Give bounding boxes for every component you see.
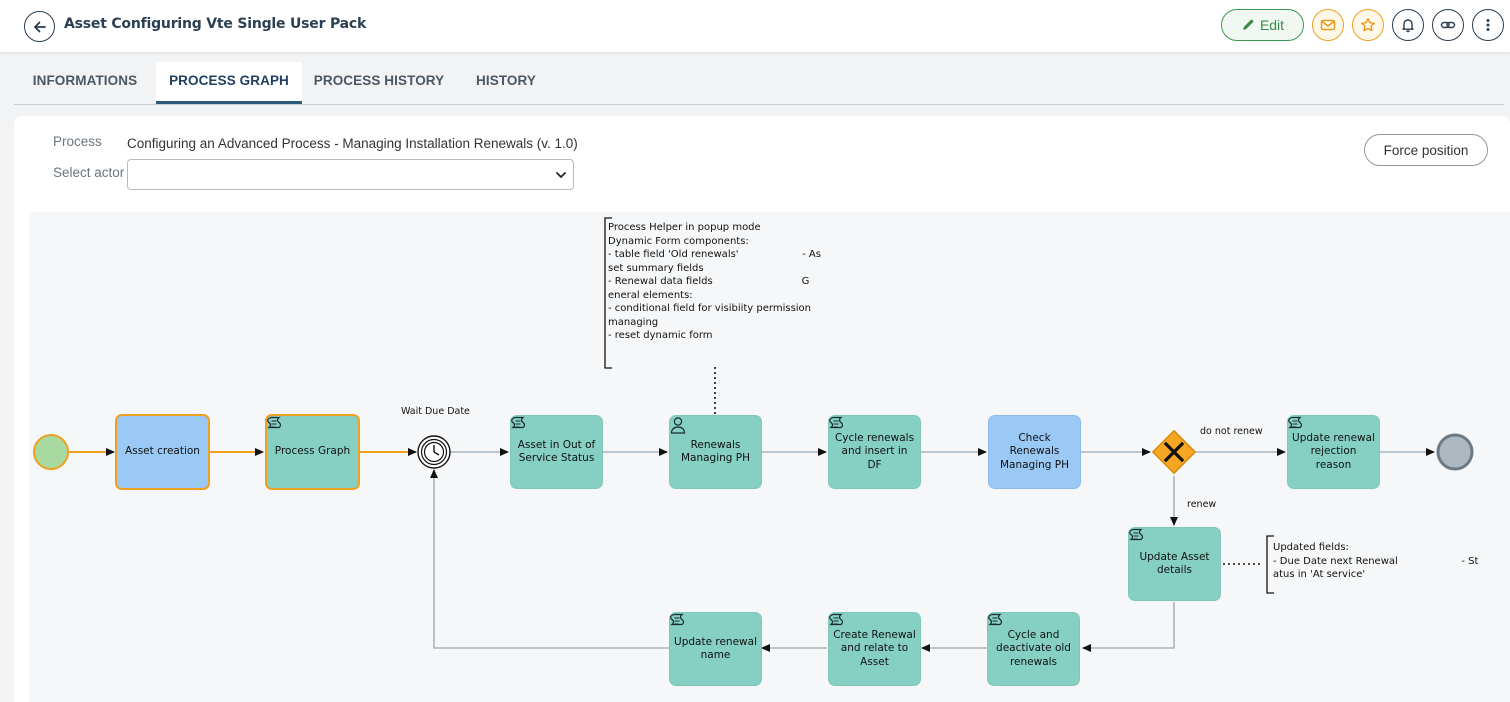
task-label: Cycle and deactivate old renewals (996, 628, 1071, 668)
task-label: Update renewal rejection reason (1292, 431, 1375, 471)
bell-icon (1402, 19, 1414, 33)
end-event (1436, 433, 1474, 471)
exclusive-gateway (1151, 429, 1197, 475)
actor-label: Select actor (53, 165, 125, 180)
script-icon (1288, 416, 1302, 429)
script-icon (670, 613, 684, 626)
task-update-asset-details[interactable]: Update Asset details (1128, 527, 1221, 601)
more-options-button[interactable] (1472, 9, 1504, 41)
page-title: Asset Configuring Vte Single User Pack (64, 16, 367, 32)
flow-label-renew: renew (1187, 499, 1217, 510)
task-asset-out-of-service[interactable]: Asset in Out of Service Status (510, 415, 603, 489)
kebab-menu-icon (1486, 19, 1490, 31)
process-label: Process (53, 134, 102, 149)
copy-link-button[interactable] (1432, 9, 1464, 41)
task-create-renewal[interactable]: Create Renewal and relate to Asset (828, 612, 921, 686)
task-label: Update renewal name (674, 635, 757, 662)
script-icon (511, 416, 525, 429)
script-icon (988, 613, 1002, 626)
actor-select[interactable] (127, 159, 574, 190)
script-icon (267, 416, 281, 429)
task-label: Asset in Out of Service Status (517, 438, 596, 465)
task-label: Update Asset details (1139, 550, 1210, 577)
start-event (33, 434, 69, 470)
script-icon (829, 416, 843, 429)
task-update-renewal-name[interactable]: Update renewal name (669, 612, 762, 686)
timer-label: Wait Due Date (401, 406, 470, 417)
edit-button[interactable]: Edit (1221, 9, 1304, 41)
task-check-renewals[interactable]: Check Renewals Managing PH (988, 415, 1081, 489)
process-value: Configuring an Advanced Process - Managi… (127, 136, 578, 151)
force-position-button[interactable]: Force position (1364, 134, 1488, 166)
notifications-button[interactable] (1392, 9, 1424, 41)
email-button[interactable] (1312, 9, 1344, 41)
task-process-graph[interactable]: Process Graph (265, 414, 360, 490)
star-icon (1361, 18, 1375, 32)
script-icon (829, 613, 843, 626)
bpmn-diagram: Process Helper in popup mode Dynamic For… (29, 212, 1510, 702)
user-task-icon (670, 417, 686, 434)
arrow-left-icon (33, 21, 46, 32)
favorite-button[interactable] (1352, 9, 1384, 41)
updated-fields-annotation: Updated fields: - Due Date next Renewal … (1273, 542, 1479, 580)
tab-process-history[interactable]: PROCESS HISTORY (304, 62, 454, 104)
task-label: Create Renewal and relate to Asset (833, 628, 916, 668)
back-button[interactable] (24, 11, 55, 42)
task-renewals-managing-ph[interactable]: Renewals Managing PH (669, 415, 762, 489)
task-label: Process Graph (274, 445, 351, 458)
tab-informations[interactable]: INFORMATIONS (14, 62, 156, 104)
envelope-icon (1320, 19, 1336, 31)
task-label: Check Renewals Managing PH (999, 431, 1070, 471)
pencil-icon (1242, 19, 1254, 30)
tab-bar: INFORMATIONS PROCESS GRAPH PROCESS HISTO… (14, 62, 1504, 105)
task-asset-creation[interactable]: Asset creation (115, 414, 210, 490)
tab-process-graph[interactable]: PROCESS GRAPH (156, 62, 302, 104)
task-cycle-renewals-insert[interactable]: Cycle renewals and insert in DF (828, 415, 921, 489)
task-label: Cycle renewals and insert in DF (834, 431, 915, 471)
app-header: Asset Configuring Vte Single User Pack E… (0, 0, 1510, 52)
timer-event (417, 435, 451, 469)
edit-label: Edit (1259, 17, 1285, 33)
task-update-rejection-reason[interactable]: Update renewal rejection reason (1287, 415, 1380, 489)
flow-label-do-not-renew: do not renew (1200, 426, 1263, 437)
helper-annotation: Process Helper in popup mode Dynamic For… (608, 222, 821, 341)
chevron-down-icon (556, 172, 566, 178)
tab-history[interactable]: HISTORY (458, 62, 554, 104)
link-icon (1440, 21, 1456, 29)
script-icon (1129, 528, 1143, 541)
task-label: Asset creation (125, 445, 200, 458)
task-cycle-deactivate[interactable]: Cycle and deactivate old renewals (987, 612, 1080, 686)
process-graph-panel: Process Configuring an Advanced Process … (14, 116, 1510, 702)
task-label: Renewals Managing PH (680, 438, 751, 465)
